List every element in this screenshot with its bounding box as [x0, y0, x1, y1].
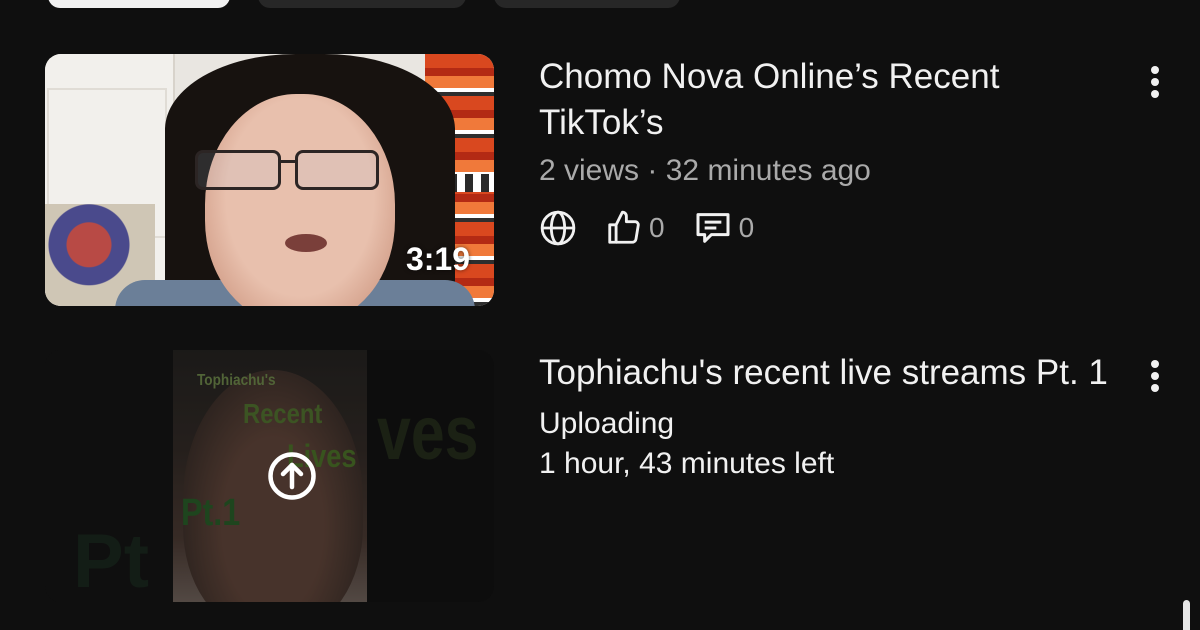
filter-chip-selected[interactable]	[48, 0, 230, 8]
more-dot	[1151, 90, 1159, 98]
video-subline: 2 views · 32 minutes ago	[539, 154, 1139, 188]
upload-status-label: Uploading	[539, 407, 675, 440]
comment-stat[interactable]: 0	[693, 208, 755, 248]
more-dot	[1151, 66, 1159, 74]
more-dot	[1151, 372, 1159, 380]
video-title[interactable]: Tophiachu's recent live streams Pt. 1	[539, 350, 1119, 396]
filter-chip[interactable]	[258, 0, 466, 8]
more-options-button[interactable]	[1140, 62, 1170, 102]
like-stat[interactable]: 0	[605, 209, 665, 247]
more-dot	[1151, 78, 1159, 86]
video-thumbnail[interactable]: Pt ves Tophiachu's Recent Lives Pt.1	[45, 350, 494, 602]
video-row-uploading[interactable]: Pt ves Tophiachu's Recent Lives Pt.1 Top…	[0, 350, 1200, 602]
upload-status: Uploading 1 hour, 43 minutes left	[539, 404, 1139, 484]
visibility-public[interactable]	[539, 209, 577, 247]
video-meta: Chomo Nova Online’s Recent TikTok’s 2 vi…	[539, 54, 1139, 250]
view-count: 2 views	[539, 154, 640, 187]
thumbnail-mouth	[285, 234, 327, 252]
thumbnail-glasses-right	[295, 150, 379, 190]
more-dot	[1151, 360, 1159, 368]
thumbnail-glasses-bridge	[279, 160, 297, 163]
upload-arrow-icon	[268, 452, 316, 500]
video-meta: Tophiachu's recent live streams Pt. 1 Up…	[539, 350, 1139, 484]
scrollbar-handle[interactable]	[1183, 600, 1190, 630]
upload-age: 32 minutes ago	[665, 154, 871, 187]
video-stats: 0 0	[539, 206, 1139, 250]
globe-icon	[540, 210, 576, 246]
thumbnail-face	[205, 94, 395, 306]
video-row[interactable]: 3:19 Chomo Nova Online’s Recent TikTok’s…	[0, 54, 1200, 306]
video-thumbnail[interactable]: 3:19	[45, 54, 494, 306]
video-list-page: 3:19 Chomo Nova Online’s Recent TikTok’s…	[0, 0, 1200, 630]
more-options-button[interactable]	[1140, 356, 1170, 396]
comment-count: 0	[738, 212, 755, 243]
video-duration-badge: 3:19	[405, 241, 470, 277]
like-count: 0	[649, 212, 665, 243]
thumbnail-glasses-left	[195, 150, 281, 190]
upload-time-left: 1 hour, 43 minutes left	[539, 447, 835, 480]
thumbs-up-icon	[608, 210, 640, 244]
video-title[interactable]: Chomo Nova Online’s Recent TikTok’s	[539, 54, 1119, 146]
more-dot	[1151, 384, 1159, 392]
comment-icon	[696, 213, 730, 243]
meta-separator: ·	[647, 154, 658, 187]
filter-chip[interactable]	[494, 0, 680, 8]
